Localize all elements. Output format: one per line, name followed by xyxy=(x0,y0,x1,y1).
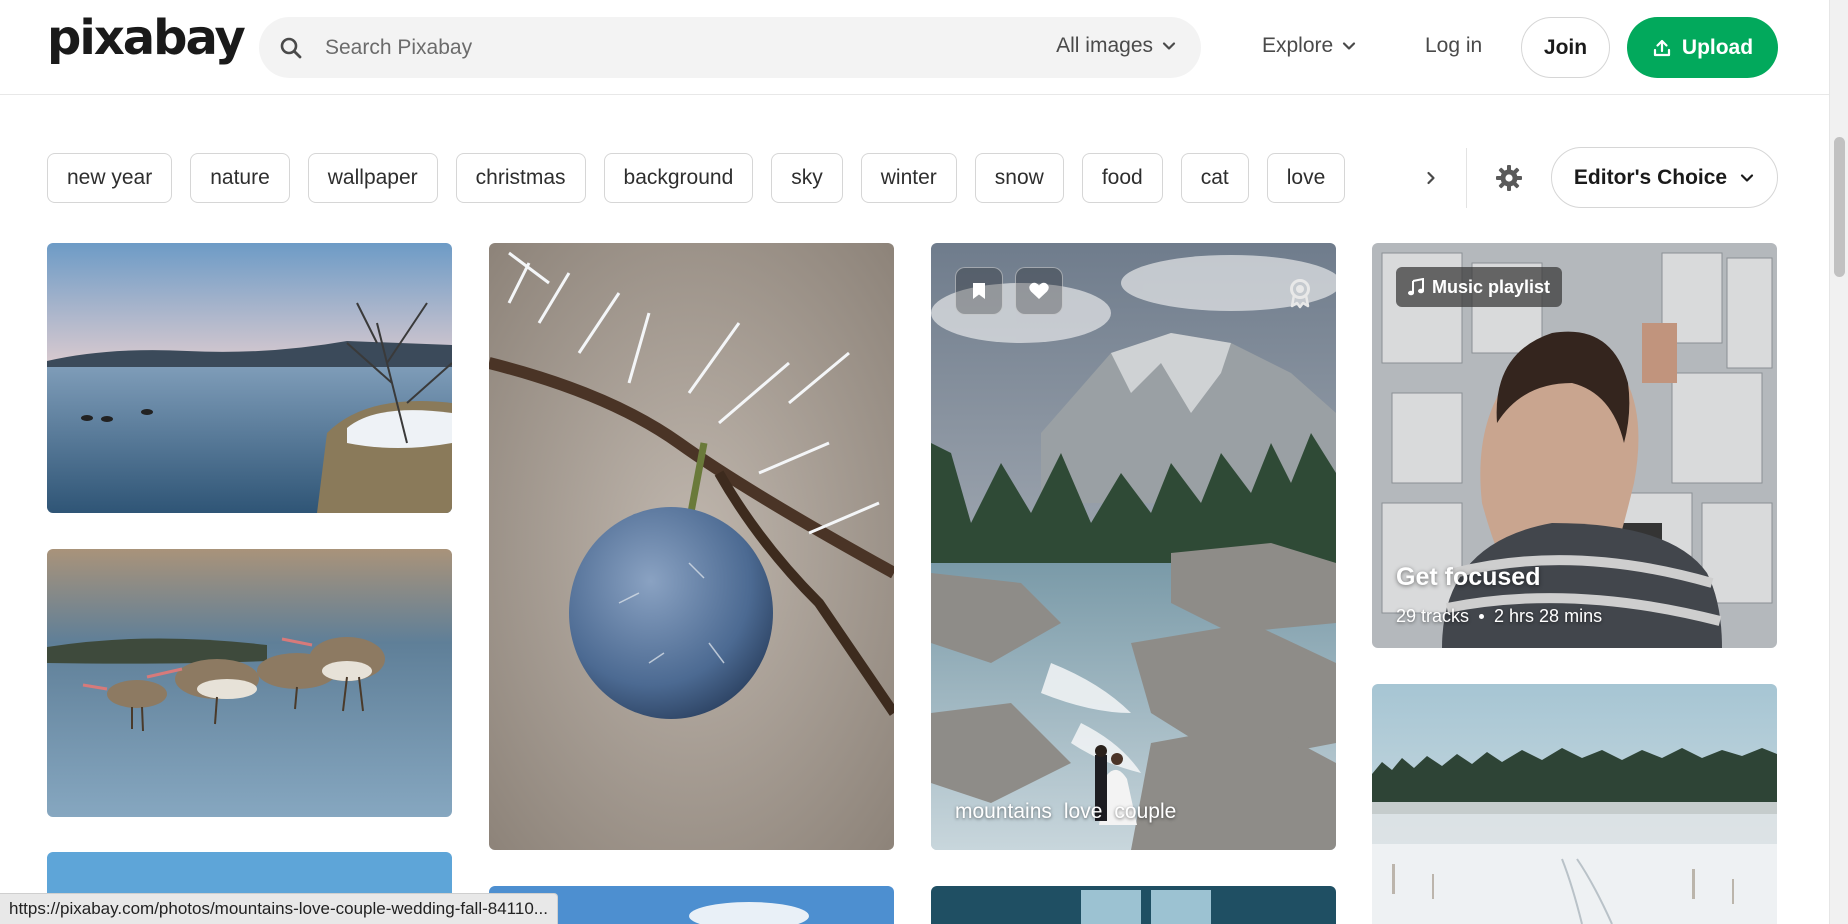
site-header: pixabay All images Explore Log in Join U… xyxy=(0,0,1829,95)
image-card-frosted-berry[interactable] xyxy=(489,243,894,850)
music-playlist-badge: Music playlist xyxy=(1396,267,1563,307)
playlist-track-count: 29 tracks xyxy=(1396,606,1470,626)
like-button[interactable] xyxy=(1015,267,1063,315)
editors-choice-label: Editor's Choice xyxy=(1573,165,1728,189)
tag-chip-row: new year nature wallpaper christmas back… xyxy=(47,153,1346,203)
tag-chip[interactable]: wallpaper xyxy=(307,153,438,203)
explore-label: Explore xyxy=(1262,34,1334,57)
heart-icon xyxy=(1029,282,1049,299)
search-input[interactable] xyxy=(323,29,883,66)
hover-tag-link[interactable]: love xyxy=(1064,800,1103,824)
search-icon xyxy=(280,37,302,59)
tags-scroll-right-button[interactable] xyxy=(1413,160,1449,196)
gear-icon[interactable] xyxy=(1493,162,1525,194)
hover-tag-link[interactable]: couple xyxy=(1114,800,1176,824)
image-card-snowy-field[interactable] xyxy=(1372,684,1777,924)
playlist-title: Get focused xyxy=(1396,563,1541,591)
playlist-meta: 29 tracks 2 hrs 28 mins xyxy=(1396,606,1602,627)
music-playlist-label: Music playlist xyxy=(1432,276,1551,297)
tag-chip[interactable]: love xyxy=(1266,153,1346,203)
music-note-icon xyxy=(1408,278,1424,296)
bookmark-icon xyxy=(973,283,985,299)
image-card-winter-lake[interactable] xyxy=(47,243,452,513)
hover-tag-list: mountains love couple xyxy=(955,800,1176,824)
hover-tag-link[interactable]: mountains xyxy=(955,800,1052,824)
tag-chip[interactable]: new year xyxy=(47,153,173,203)
snowy-field-photo xyxy=(1372,684,1777,924)
tag-chip[interactable]: nature xyxy=(190,153,290,203)
tag-chip[interactable]: food xyxy=(1081,153,1163,203)
tag-chip[interactable]: christmas xyxy=(455,153,586,203)
tag-chip[interactable]: cat xyxy=(1180,153,1249,203)
bookmark-button[interactable] xyxy=(955,267,1003,315)
login-link[interactable]: Log in xyxy=(1425,34,1482,58)
upload-label: Upload xyxy=(1681,35,1754,59)
tag-chip[interactable]: background xyxy=(603,153,754,203)
toolbar-divider xyxy=(1466,148,1467,208)
chevron-down-icon xyxy=(1162,42,1176,50)
winter-lake-photo xyxy=(47,243,452,513)
image-card-shorebirds[interactable] xyxy=(47,549,452,817)
search-scope-dropdown[interactable]: All images xyxy=(1056,34,1177,58)
upload-icon xyxy=(1653,39,1671,56)
pixabay-logo[interactable]: pixabay xyxy=(47,14,246,62)
browser-status-url: https://pixabay.com/photos/mountains-lov… xyxy=(0,893,558,924)
tag-chip[interactable]: sky xyxy=(771,153,843,203)
search-bar[interactable]: All images xyxy=(259,17,1201,78)
editors-choice-dropdown[interactable]: Editor's Choice xyxy=(1551,147,1778,208)
chevron-right-icon xyxy=(1427,171,1435,185)
playlist-duration: 2 hrs 28 mins xyxy=(1494,606,1603,626)
award-icon xyxy=(1290,279,1310,309)
tag-chip[interactable]: snow xyxy=(974,153,1064,203)
scrollbar-thumb[interactable] xyxy=(1834,137,1845,277)
explore-menu[interactable]: Explore xyxy=(1262,34,1357,58)
upload-button[interactable]: Upload xyxy=(1627,17,1778,78)
join-button[interactable]: Join xyxy=(1521,17,1610,78)
image-card-window[interactable] xyxy=(931,886,1336,924)
chevron-down-icon xyxy=(1343,42,1356,50)
page-scrollbar[interactable] xyxy=(1829,0,1848,924)
music-playlist-card[interactable]: Music playlist Get focused 29 tracks 2 h… xyxy=(1372,243,1777,648)
tag-chip[interactable]: winter xyxy=(860,153,957,203)
mountains-couple-photo xyxy=(931,243,1336,850)
shorebirds-photo xyxy=(47,549,452,817)
search-scope-label: All images xyxy=(1056,34,1153,57)
chevron-down-icon xyxy=(1740,173,1754,182)
meta-separator-dot xyxy=(1479,614,1485,619)
image-card-mountains-couple[interactable]: mountains love couple xyxy=(931,243,1336,850)
frosted-berry-photo xyxy=(489,243,894,850)
window-photo xyxy=(931,886,1336,924)
